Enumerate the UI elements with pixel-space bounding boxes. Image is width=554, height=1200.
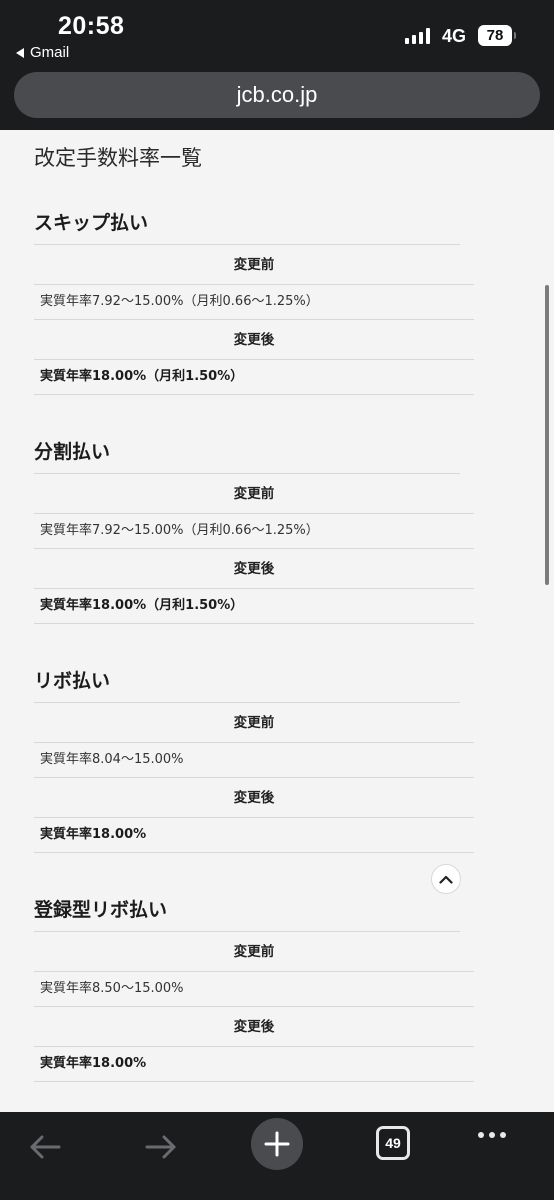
- tab-count: 49: [385, 1135, 401, 1151]
- after-label: 変更後: [34, 320, 474, 360]
- top-chrome: 20:58 Gmail 4G 78 jcb.co.jp: [0, 0, 554, 130]
- address-bar[interactable]: jcb.co.jp: [14, 72, 540, 118]
- before-value: 実質年率7.92〜15.00%（月利0.66〜1.25%）: [34, 514, 474, 549]
- more-dot-icon: [500, 1132, 506, 1138]
- before-label: 変更前: [34, 474, 474, 514]
- after-value: 実質年率18.00%（月利1.50%）: [34, 360, 474, 395]
- scroll-to-top-button[interactable]: [431, 864, 461, 894]
- forward-button[interactable]: [136, 1122, 186, 1172]
- after-label: 変更後: [34, 549, 474, 589]
- status-time: 20:58: [58, 12, 125, 40]
- before-label: 変更前: [34, 703, 474, 743]
- after-value: 実質年率18.00%（月利1.50%）: [34, 589, 474, 624]
- more-button[interactable]: [478, 1132, 506, 1138]
- battery-level: 78: [486, 27, 504, 44]
- before-value: 実質年率8.50〜15.00%: [34, 972, 474, 1007]
- page-title: 改定手数料率一覧: [34, 146, 202, 170]
- network-type: 4G: [442, 26, 467, 46]
- after-value: 実質年率18.00%: [34, 1047, 474, 1082]
- section-title: スキップ払い: [34, 212, 149, 234]
- arrow-right-icon: [145, 1135, 176, 1159]
- back-to-app-button[interactable]: Gmail: [16, 44, 69, 61]
- after-value: 実質年率18.00%: [34, 818, 474, 853]
- more-dot-icon: [489, 1132, 495, 1138]
- page-content: 改定手数料率一覧 スキップ払い 変更前 実質年率7.92〜15.00%（月利0.…: [0, 130, 554, 1112]
- more-dot-icon: [478, 1132, 484, 1138]
- section-title: 登録型リボ払い: [34, 899, 168, 921]
- back-app-label: Gmail: [30, 44, 70, 61]
- back-triangle-icon: [16, 47, 24, 58]
- url-text: jcb.co.jp: [236, 82, 318, 107]
- new-tab-button[interactable]: [251, 1118, 303, 1170]
- section-title: 分割払い: [34, 441, 111, 463]
- plus-icon: [264, 1131, 290, 1157]
- after-label: 変更後: [34, 778, 474, 818]
- section-revolving: リボ払い 変更前 実質年率8.04〜15.00% 変更後 実質年率18.00%: [34, 660, 474, 853]
- arrow-left-icon: [30, 1135, 61, 1159]
- bottom-toolbar: 49: [0, 1112, 554, 1200]
- scrollbar-thumb[interactable]: [545, 285, 549, 585]
- section-registered-revolving: 登録型リボ払い 変更前 実質年率8.50〜15.00% 変更後 実質年率18.0…: [34, 889, 474, 1082]
- battery-icon: 78: [478, 25, 516, 46]
- chevron-up-icon: [439, 875, 453, 884]
- section-title: リボ払い: [34, 670, 111, 692]
- tabs-button[interactable]: 49: [376, 1126, 410, 1160]
- before-label: 変更前: [34, 245, 474, 285]
- back-button[interactable]: [20, 1122, 70, 1172]
- section-skip: スキップ払い 変更前 実質年率7.92〜15.00%（月利0.66〜1.25%）…: [34, 202, 474, 395]
- section-installment: 分割払い 変更前 実質年率7.92〜15.00%（月利0.66〜1.25%） 変…: [34, 431, 474, 624]
- before-value: 実質年率8.04〜15.00%: [34, 743, 474, 778]
- before-label: 変更前: [34, 932, 474, 972]
- after-label: 変更後: [34, 1007, 474, 1047]
- signal-icon: [405, 28, 430, 44]
- before-value: 実質年率7.92〜15.00%（月利0.66〜1.25%）: [34, 285, 474, 320]
